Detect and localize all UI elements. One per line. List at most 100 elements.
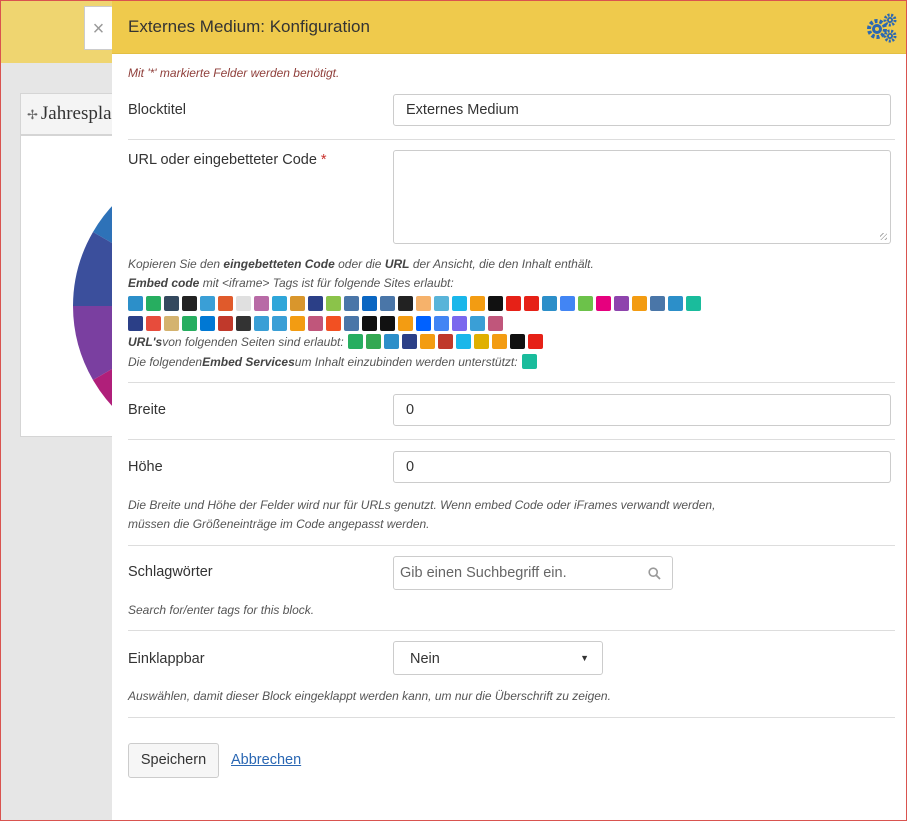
site-logo-icon — [416, 316, 431, 331]
site-logo-icon — [632, 296, 647, 311]
collapsible-select[interactable]: Nein ▼ — [393, 641, 603, 675]
site-logo-icon — [470, 296, 485, 311]
close-button[interactable]: × — [84, 6, 112, 50]
wheel-label-dezember: Mehrstufe Dezember — [36, 183, 63, 248]
site-logo-icon — [470, 316, 485, 331]
block-title-input[interactable] — [393, 94, 891, 126]
site-logo-icon — [398, 296, 413, 311]
site-logo-icon — [437, 334, 453, 349]
site-logo-icon — [506, 296, 521, 311]
site-logo-icon — [560, 296, 575, 311]
site-logo-icon — [596, 296, 611, 311]
site-logo-icon — [434, 296, 449, 311]
site-logo-icon — [182, 296, 197, 311]
site-logo-icon — [578, 296, 593, 311]
site-logo-icon — [290, 296, 305, 311]
size-help-line2: müssen die Größeneinträge im Code angepa… — [128, 517, 430, 531]
site-logo-icon — [488, 316, 503, 331]
height-input[interactable] — [393, 451, 891, 483]
required-note: Mit '*' markierte Felder werden benötigt… — [128, 66, 340, 80]
site-logo-icon — [668, 296, 683, 311]
move-icon: ✢ — [27, 108, 38, 123]
site-logo-icon — [434, 316, 449, 331]
site-logo-icon — [455, 334, 471, 349]
site-logo-icon — [542, 296, 557, 311]
width-input[interactable] — [393, 394, 891, 426]
site-logo-icon — [182, 316, 197, 331]
site-logo-icon — [614, 296, 629, 311]
site-logo-icon — [452, 316, 467, 331]
collapsible-help: Auswählen, damit dieser Block eingeklapp… — [128, 689, 611, 703]
site-logo-icon — [200, 316, 215, 331]
site-logo-icon — [326, 316, 341, 331]
site-logo-icon — [488, 296, 503, 311]
divider — [128, 382, 895, 383]
site-logo-icon — [146, 316, 161, 331]
divider — [128, 717, 895, 718]
embed-sites-icons-row2 — [128, 316, 503, 333]
site-logo-icon — [218, 296, 233, 311]
tags-search-placeholder: Gib einen Suchbegriff ein. — [400, 565, 567, 581]
site-logo-icon — [326, 296, 341, 311]
url-sites-icons — [347, 334, 543, 351]
collapsible-label: Einklappbar — [128, 651, 205, 667]
site-logo-icon — [164, 316, 179, 331]
required-mark: * — [320, 152, 327, 168]
site-logo-icon — [290, 316, 305, 331]
site-logo-icon — [362, 316, 377, 331]
site-logo-icon — [200, 296, 215, 311]
site-logo-icon — [164, 296, 179, 311]
site-logo-icon — [509, 334, 525, 349]
background-wheel-chart: Mehrstufe Dezember ePOLIS III Oktober — [20, 135, 121, 437]
embed-service-icons — [521, 354, 537, 371]
site-logo-icon — [146, 296, 161, 311]
background-block-title: ✢ Jahresplan — [20, 93, 120, 135]
site-logo-icon — [383, 334, 399, 349]
url-textarea[interactable] — [393, 150, 891, 244]
modal-title: Externes Medium: Konfiguration — [128, 17, 370, 36]
site-logo-icon — [128, 296, 143, 311]
tags-help: Search for/enter tags for this block. — [128, 603, 315, 617]
site-logo-icon — [365, 334, 381, 349]
collapsible-selected: Nein — [410, 651, 440, 667]
site-logo-icon — [473, 334, 489, 349]
site-logo-icon — [254, 316, 269, 331]
site-logo-icon — [128, 316, 143, 331]
resize-handle-icon[interactable] — [880, 233, 887, 240]
site-logo-icon — [527, 334, 543, 349]
site-logo-icon — [416, 296, 431, 311]
divider — [128, 439, 895, 440]
site-logo-icon — [272, 316, 287, 331]
app-frame: ✢ Jahresplan Mehrstufe Dezember ePOLIS II… — [0, 0, 907, 821]
services-help: Die folgenden Embed Services um Inhalt e… — [128, 353, 537, 372]
site-logo-icon — [419, 334, 435, 349]
site-logo-icon — [380, 296, 395, 311]
url-label: URL oder eingebetteter Code * — [128, 152, 327, 168]
url-sites-help: URL's von folgenden Seiten sind erlaubt: — [128, 333, 543, 352]
site-logo-icon — [308, 296, 323, 311]
site-logo-icon — [236, 296, 251, 311]
tags-search-input[interactable]: Gib einen Suchbegriff ein. — [393, 556, 673, 590]
site-logo-icon — [344, 316, 359, 331]
gear-icon[interactable] — [866, 11, 898, 43]
search-icon — [648, 567, 661, 580]
config-modal: Externes Medium: Konfiguration Mit '*' m… — [112, 1, 906, 820]
site-logo-icon — [218, 316, 233, 331]
divider — [128, 545, 895, 546]
block-title-label: Blocktitel — [128, 102, 187, 118]
save-button[interactable]: Speichern — [128, 743, 219, 778]
site-logo-icon — [308, 316, 323, 331]
site-logo-icon — [686, 296, 701, 311]
site-logo-icon — [401, 334, 417, 349]
site-logo-icon — [524, 296, 539, 311]
size-help-line1: Die Breite und Höhe der Felder wird nur … — [128, 498, 716, 512]
site-logo-icon — [344, 296, 359, 311]
url-help: Kopieren Sie den eingebetteten Code oder… — [128, 257, 594, 271]
site-logo-icon — [347, 334, 363, 349]
height-label: Höhe — [128, 459, 163, 475]
site-logo-icon — [491, 334, 507, 349]
site-logo-icon — [398, 316, 413, 331]
cancel-link[interactable]: Abbrechen — [231, 752, 301, 768]
site-logo-icon — [521, 354, 537, 369]
site-logo-icon — [650, 296, 665, 311]
